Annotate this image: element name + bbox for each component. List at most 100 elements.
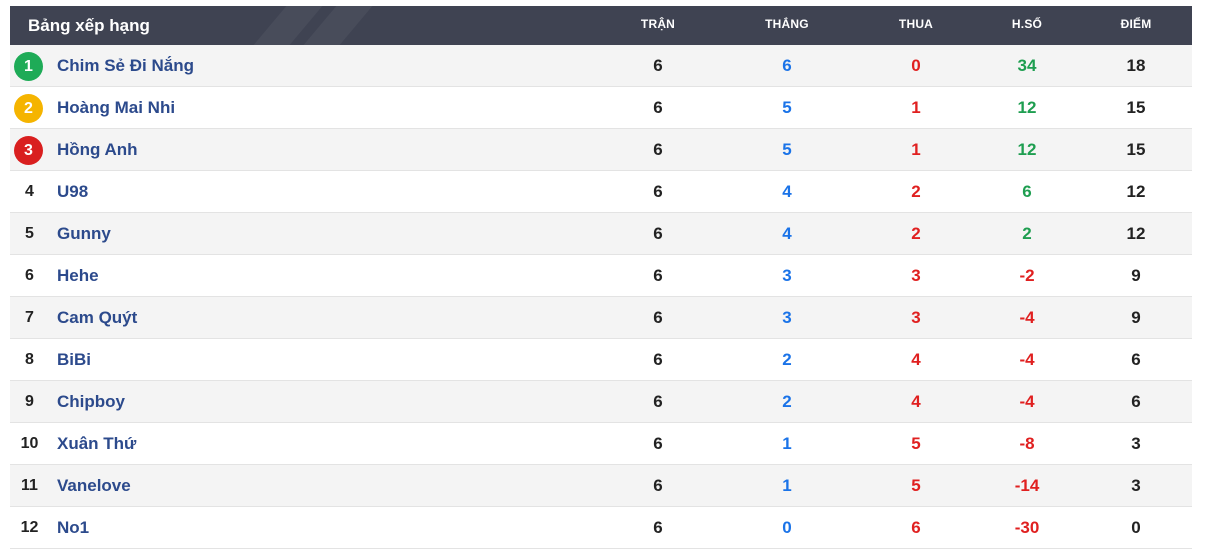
table-row[interactable]: 4 U98 6 4 2 6 12 bbox=[10, 171, 1192, 213]
standings-title: Bảng xếp hạng bbox=[28, 16, 150, 35]
won-value: 5 bbox=[782, 98, 792, 117]
won-value: 6 bbox=[782, 56, 792, 75]
goal-difference-value: 12 bbox=[1017, 98, 1037, 117]
column-header-won[interactable]: THẮNG bbox=[737, 6, 837, 43]
won-value: 0 bbox=[782, 518, 792, 537]
rank-number: 8 bbox=[25, 351, 34, 368]
table-row[interactable]: 7 Cam Quýt 6 3 3 -4 9 bbox=[10, 297, 1192, 339]
played-value: 6 bbox=[653, 518, 663, 537]
rank-number: 9 bbox=[25, 393, 34, 410]
rank-medal-badge: 1 bbox=[14, 52, 43, 81]
team-name-link[interactable]: Chim Sẻ Đi Nắng bbox=[57, 45, 194, 86]
lost-value: 2 bbox=[911, 224, 921, 243]
points-value: 18 bbox=[1126, 56, 1146, 75]
rank-number: 7 bbox=[25, 309, 34, 326]
goal-difference-value: 2 bbox=[1022, 224, 1032, 243]
table-row[interactable]: 5 Gunny 6 4 2 2 12 bbox=[10, 213, 1192, 255]
goal-difference-value: 12 bbox=[1017, 140, 1037, 159]
team-name-link[interactable]: Vanelove bbox=[57, 465, 131, 506]
played-value: 6 bbox=[653, 224, 663, 243]
table-row[interactable]: 12 No1 6 0 6 -30 0 bbox=[10, 507, 1192, 549]
lost-value: 5 bbox=[911, 434, 921, 453]
team-name-link[interactable]: Hehe bbox=[57, 255, 99, 296]
won-value: 2 bbox=[782, 350, 792, 369]
goal-difference-value: -8 bbox=[1019, 434, 1035, 453]
column-header-goal-difference[interactable]: H.SỐ bbox=[977, 6, 1077, 43]
played-value: 6 bbox=[653, 140, 663, 159]
won-value: 3 bbox=[782, 266, 792, 285]
lost-value: 6 bbox=[911, 518, 921, 537]
won-value: 1 bbox=[782, 434, 792, 453]
goal-difference-value: 6 bbox=[1022, 182, 1032, 201]
lost-value: 2 bbox=[911, 182, 921, 201]
won-value: 4 bbox=[782, 182, 792, 201]
lost-value: 1 bbox=[911, 140, 921, 159]
lost-value: 4 bbox=[911, 350, 921, 369]
points-value: 15 bbox=[1126, 98, 1146, 117]
team-name-link[interactable]: Gunny bbox=[57, 213, 111, 254]
table-row[interactable]: 2 Hoàng Mai Nhi 6 5 1 12 15 bbox=[10, 87, 1192, 129]
won-value: 2 bbox=[782, 392, 792, 411]
lost-value: 5 bbox=[911, 476, 921, 495]
won-value: 4 bbox=[782, 224, 792, 243]
rank-number: 5 bbox=[25, 225, 34, 242]
team-name-link[interactable]: Chipboy bbox=[57, 381, 125, 422]
played-value: 6 bbox=[653, 476, 663, 495]
played-value: 6 bbox=[653, 56, 663, 75]
team-name-link[interactable]: Hoàng Mai Nhi bbox=[57, 87, 175, 128]
team-name-link[interactable]: Hồng Anh bbox=[57, 129, 138, 170]
points-value: 6 bbox=[1131, 350, 1141, 369]
rank-number: 6 bbox=[25, 267, 34, 284]
team-name-link[interactable]: Xuân Thứ bbox=[57, 423, 136, 464]
table-row[interactable]: 6 Hehe 6 3 3 -2 9 bbox=[10, 255, 1192, 297]
goal-difference-value: -14 bbox=[1014, 476, 1040, 495]
table-row[interactable]: 1 Chim Sẻ Đi Nắng 6 6 0 34 18 bbox=[10, 45, 1192, 87]
rank-number: 12 bbox=[20, 519, 39, 536]
points-value: 6 bbox=[1131, 392, 1141, 411]
rank-medal-badge: 2 bbox=[14, 94, 43, 123]
goal-difference-value: -4 bbox=[1019, 392, 1035, 411]
table-row[interactable]: 9 Chipboy 6 2 4 -4 6 bbox=[10, 381, 1192, 423]
column-header-lost[interactable]: THUA bbox=[866, 6, 966, 43]
lost-value: 3 bbox=[911, 308, 921, 327]
goal-difference-value: -30 bbox=[1014, 518, 1040, 537]
points-value: 12 bbox=[1126, 224, 1146, 243]
points-value: 9 bbox=[1131, 266, 1141, 285]
won-value: 5 bbox=[782, 140, 792, 159]
played-value: 6 bbox=[653, 392, 663, 411]
played-value: 6 bbox=[653, 266, 663, 285]
won-value: 1 bbox=[782, 476, 792, 495]
column-header-played[interactable]: TRẬN bbox=[608, 6, 708, 43]
points-value: 0 bbox=[1131, 518, 1141, 537]
table-row[interactable]: 8 BiBi 6 2 4 -4 6 bbox=[10, 339, 1192, 381]
goal-difference-value: 34 bbox=[1017, 56, 1037, 75]
lost-value: 0 bbox=[911, 56, 921, 75]
team-name-link[interactable]: No1 bbox=[57, 507, 89, 548]
standings-header: Bảng xếp hạng TRẬN THẮNG THUA H.SỐ ĐIỂM bbox=[10, 6, 1192, 45]
team-name-link[interactable]: Cam Quýt bbox=[57, 297, 137, 338]
points-value: 3 bbox=[1131, 434, 1141, 453]
rank-number: 10 bbox=[20, 435, 39, 452]
played-value: 6 bbox=[653, 98, 663, 117]
played-value: 6 bbox=[653, 308, 663, 327]
points-value: 12 bbox=[1126, 182, 1146, 201]
points-value: 15 bbox=[1126, 140, 1146, 159]
rank-number: 11 bbox=[21, 477, 38, 494]
played-value: 6 bbox=[653, 434, 663, 453]
table-row[interactable]: 10 Xuân Thứ 6 1 5 -8 3 bbox=[10, 423, 1192, 465]
goal-difference-value: -4 bbox=[1019, 308, 1035, 327]
lost-value: 4 bbox=[911, 392, 921, 411]
points-value: 3 bbox=[1131, 476, 1141, 495]
lost-value: 3 bbox=[911, 266, 921, 285]
rank-number: 4 bbox=[25, 183, 34, 200]
team-name-link[interactable]: U98 bbox=[57, 171, 88, 212]
points-value: 9 bbox=[1131, 308, 1141, 327]
rank-medal-badge: 3 bbox=[14, 136, 43, 165]
team-name-link[interactable]: BiBi bbox=[57, 339, 91, 380]
standings-table: Bảng xếp hạng TRẬN THẮNG THUA H.SỐ ĐIỂM … bbox=[10, 6, 1192, 549]
table-row[interactable]: 11 Vanelove 6 1 5 -14 3 bbox=[10, 465, 1192, 507]
table-row[interactable]: 3 Hồng Anh 6 5 1 12 15 bbox=[10, 129, 1192, 171]
won-value: 3 bbox=[782, 308, 792, 327]
column-header-points[interactable]: ĐIỂM bbox=[1086, 6, 1186, 43]
standings-rows: 1 Chim Sẻ Đi Nắng 6 6 0 34 18 2 Hoàng Mai Nhi 6 5 1… bbox=[10, 45, 1192, 549]
